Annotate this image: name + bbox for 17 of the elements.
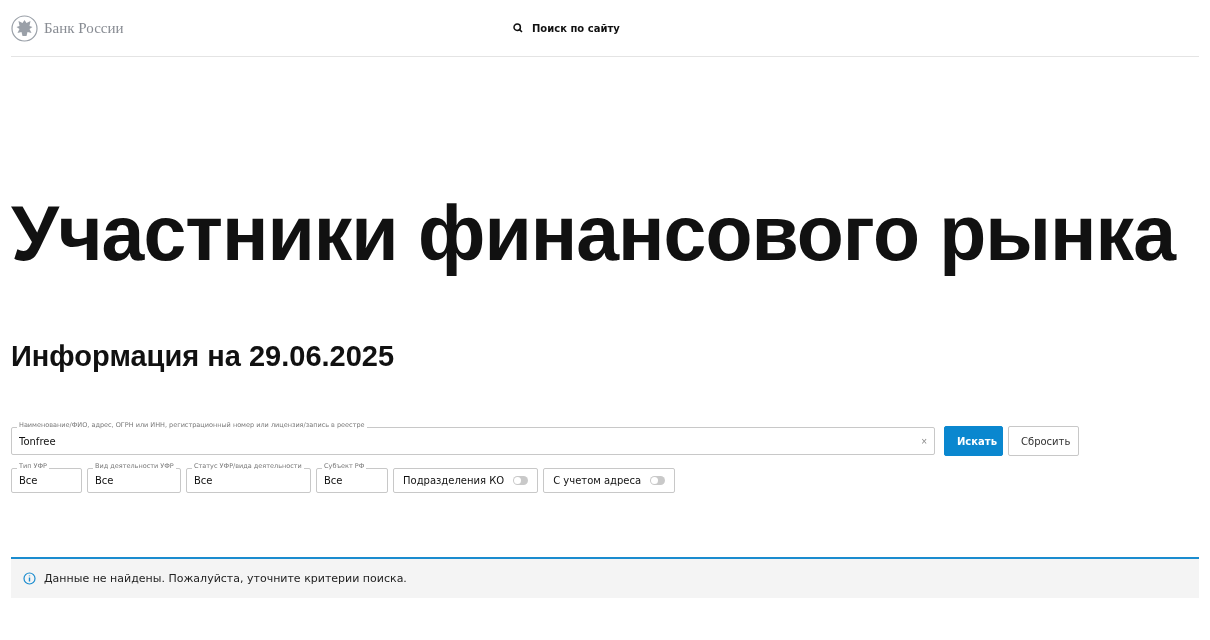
logo-text[interactable]: Банк России	[44, 19, 124, 37]
site-search-link[interactable]: Поиск по сайту	[513, 22, 620, 34]
clear-button[interactable]: ×	[921, 435, 927, 447]
notice-text: Данные не найдены. Пожалуйста, уточните критерии поиска.	[44, 572, 407, 585]
info-icon	[23, 572, 36, 585]
search-button[interactable]: Искать	[944, 426, 1003, 456]
toggle-filter[interactable]: Подразделения КО	[393, 468, 539, 493]
eagle-emblem-icon	[11, 14, 38, 42]
toggle-label: С учетом адреса	[553, 475, 642, 486]
toggle-label: Подразделения КО	[403, 475, 505, 486]
date-heading: Информация на 29.06.2025	[11, 342, 396, 371]
toggle-switch[interactable]	[513, 476, 529, 485]
reset-button[interactable]: Сбросить	[1008, 426, 1079, 456]
toggle-switch[interactable]	[650, 476, 666, 485]
search-input[interactable]: Tonfree	[19, 435, 922, 447]
search-icon	[513, 23, 523, 33]
toggle-filter[interactable]: С учетом адреса	[543, 468, 676, 493]
